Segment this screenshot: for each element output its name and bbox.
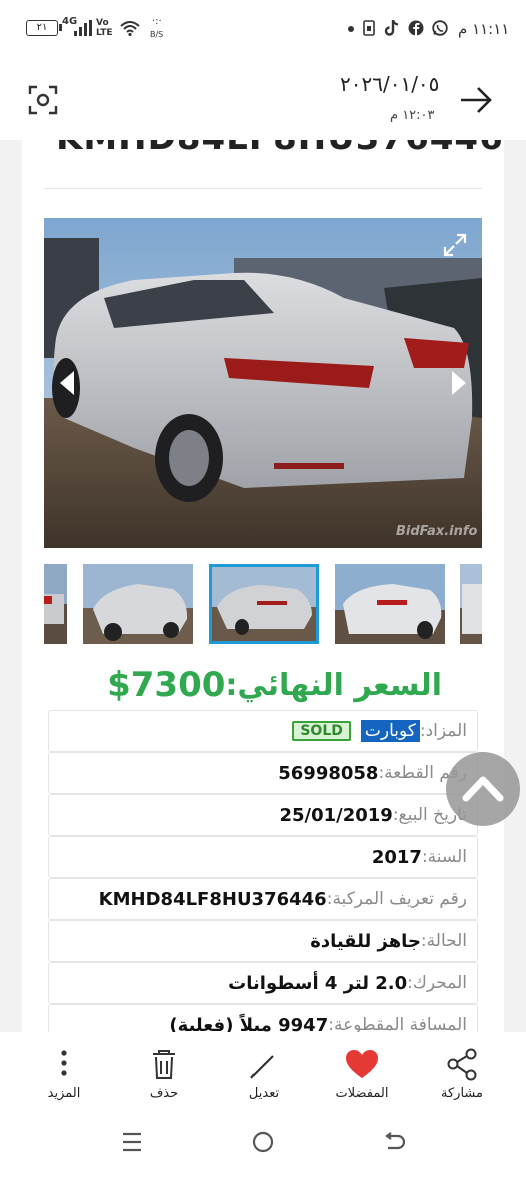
more-button[interactable]: المزيد xyxy=(29,1048,99,1108)
title-divider xyxy=(44,188,482,189)
back-arrow-icon[interactable] xyxy=(458,82,494,118)
delete-label: حذف xyxy=(149,1086,179,1101)
scroll-top-button[interactable] xyxy=(446,752,520,826)
sale-date-value: 25/01/2019 xyxy=(279,804,393,826)
app-header: ٢٠٢٦/٠١/٠٥ ١٢:٠٣ م xyxy=(0,60,526,140)
more-vertical-icon xyxy=(61,1050,67,1076)
trash-icon xyxy=(153,1050,175,1079)
auction-row: المزاد: كوبارت SOLD xyxy=(48,710,478,752)
header-time: ١٢:٠٣ م xyxy=(390,108,435,123)
thumbnail-1[interactable] xyxy=(44,564,67,644)
speed-dots: ·:· xyxy=(152,16,162,27)
final-price-label: السعر النهائي: xyxy=(225,667,442,703)
sale-date-row: تاريخ البيع: 25/01/2019 xyxy=(48,794,478,836)
vin-label: رقم تعريف المركبة: xyxy=(326,889,467,909)
whatsapp-icon xyxy=(432,20,448,36)
vin-title: KMHD84LF8HU376446 xyxy=(56,140,504,158)
thumbnail-2[interactable] xyxy=(83,564,193,644)
thumbnail-5[interactable] xyxy=(460,564,482,644)
vin-row: رقم تعريف المركبة: KMHD84LF8HU376446 xyxy=(48,878,478,920)
notification-dot-icon xyxy=(348,26,354,32)
thumbnail-4[interactable] xyxy=(335,564,445,644)
year-row: السنة: 2017 xyxy=(48,836,478,878)
battery-icon: ٢١ xyxy=(26,20,58,36)
lot-number-value: 56998058 xyxy=(278,762,379,784)
engine-value: 2.0 لتر 4 أسطوانات xyxy=(228,972,408,994)
edit-button[interactable]: تعديل xyxy=(229,1048,299,1108)
year-label: السنة: xyxy=(421,847,467,867)
next-photo-icon[interactable] xyxy=(448,368,470,398)
scan-icon[interactable] xyxy=(28,85,58,115)
share-icon xyxy=(447,1048,477,1081)
clock-label: ١١:١١ م xyxy=(458,20,510,38)
auction-value[interactable]: كوبارت xyxy=(360,720,420,742)
condition-value: جاهز للقيادة xyxy=(310,930,421,952)
sim-icon xyxy=(363,20,375,36)
auction-label: المزاد: xyxy=(419,721,467,741)
signal-icon xyxy=(74,20,92,36)
heart-icon xyxy=(346,1050,378,1078)
prev-photo-icon[interactable] xyxy=(56,368,78,398)
delete-button[interactable]: حذف xyxy=(129,1048,199,1108)
favorites-button[interactable]: المفضلات xyxy=(327,1048,397,1108)
status-bar: ٢١ 4G Vo LTE B/S ·:· ١١:١١ م xyxy=(0,0,526,60)
header-date: ٢٠٢٦/٠١/٠٥ xyxy=(340,72,440,96)
volte-label: Vo LTE xyxy=(96,18,113,38)
favorites-label: المفضلات xyxy=(335,1086,389,1101)
chevron-up-icon xyxy=(462,776,504,802)
vin-value: KMHD84LF8HU376446 xyxy=(98,888,327,910)
condition-label: الحالة: xyxy=(420,931,467,951)
tiktok-icon xyxy=(384,19,399,36)
recent-apps-icon[interactable] xyxy=(120,1130,144,1154)
engine-label: المحرك: xyxy=(407,973,467,993)
final-price-value: $7300 xyxy=(107,665,226,705)
edit-label: تعديل xyxy=(248,1086,280,1101)
expand-icon[interactable] xyxy=(442,232,468,258)
final-price: السعر النهائي: $7300 xyxy=(82,660,442,710)
engine-row: المحرك: 2.0 لتر 4 أسطوانات xyxy=(48,962,478,1004)
condition-row: الحالة: جاهز للقيادة xyxy=(48,920,478,962)
year-value: 2017 xyxy=(371,846,422,868)
sold-badge: SOLD xyxy=(292,721,351,741)
main-car-photo[interactable]: BidFax.info xyxy=(44,218,482,548)
wifi-icon xyxy=(120,21,140,36)
pencil-icon xyxy=(250,1055,274,1079)
home-icon[interactable] xyxy=(251,1130,275,1154)
lot-number-row: رقم القطعة: 56998058 xyxy=(48,752,478,794)
speed-label: B/S xyxy=(150,30,164,39)
share-label: مشاركة xyxy=(441,1086,483,1101)
back-icon[interactable] xyxy=(383,1130,407,1154)
thumbnail-3-selected[interactable] xyxy=(209,564,319,644)
more-label: المزيد xyxy=(47,1086,81,1101)
share-button[interactable]: مشاركة xyxy=(427,1048,497,1108)
facebook-icon xyxy=(408,20,424,36)
photo-watermark: BidFax.info xyxy=(396,524,478,539)
